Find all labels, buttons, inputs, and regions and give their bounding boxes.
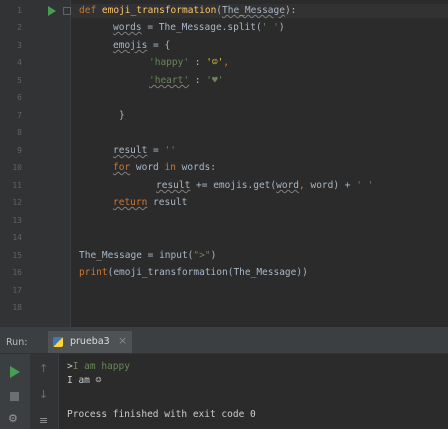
line-number: 11 [12,181,22,190]
line-number: 17 [12,286,22,295]
string: '♥' [206,75,224,86]
code-line-12: return result [113,197,187,209]
code-line-1: def emoji_transformation(The_Message): [79,5,296,17]
line-number: 3 [17,41,22,50]
code-text: word [130,162,165,173]
string: ' ' [356,180,374,191]
run-console[interactable]: ⚙ ↑ ↓ ≡ >I am happy I am ☺ Process finis… [0,354,448,429]
tab-label: prueba3 [70,336,110,347]
console-user-input: I am happy [72,361,130,372]
code-editor[interactable]: 1 2 3 4 5 6 7 8 9 10 11 12 13 14 15 16 1… [0,0,448,327]
line-number: 7 [17,111,22,120]
string: 'heart' [149,75,190,86]
keyword: for [113,162,131,173]
run-label: Run: [6,337,28,348]
string: ' ' [261,22,279,33]
console-output-line: I am ☺ [67,375,102,386]
line-number: 16 [12,268,22,277]
code-text: , [223,57,230,68]
python-icon [53,337,63,347]
code-text: (emoji_transformation(The_Message)) [107,267,308,278]
console-input-line: >I am happy [67,361,130,373]
rerun-icon[interactable] [10,366,20,378]
close-icon[interactable]: × [118,334,127,347]
console-toolbar-left: ⚙ [0,354,30,429]
run-gutter-icon[interactable] [48,6,56,16]
line-number: 5 [17,76,22,85]
string: ">" [193,250,211,261]
soft-wrap-icon[interactable]: ≡ [39,414,48,427]
settings-icon[interactable]: ⚙ [8,412,18,425]
code-line-10: for word in words: [113,162,216,174]
code-line-4: 'happy' : '☺', [149,57,229,69]
run-toolbar: Run: prueba3 × [0,331,448,354]
line-number: 18 [12,303,22,312]
builtin-function: print [79,267,108,278]
paren: ): [284,5,297,16]
code-text: : [189,75,207,86]
string: '☺' [206,57,224,68]
code-text: words: [175,162,216,173]
variable: result [156,180,191,191]
code-line-16: print(emoji_transformation(The_Message)) [79,267,308,279]
parameter: The_Message [222,5,285,16]
keyword: def [79,5,97,16]
code-line-11: result += emojis.get(word, word) + ' ' [156,180,373,192]
code-line-15: The_Message = input(">") [79,250,216,262]
string: 'happy' [149,57,190,68]
code-text: = { [147,40,171,51]
function-name: emoji_transformation [101,5,217,16]
line-number: 4 [17,58,22,67]
code-text: } [119,110,125,121]
line-number: 2 [17,23,22,32]
console-toolbar-nav: ↑ ↓ ≡ [30,354,59,429]
line-number: 10 [12,163,22,172]
keyword: in [164,162,176,173]
code-text: ) [210,250,217,261]
code-line-2: words = The_Message.split(' ') [113,22,285,34]
line-number: 15 [12,251,22,260]
arrow-down-icon[interactable]: ↓ [39,388,48,401]
line-number: 1 [17,6,22,15]
code-text: : [189,57,207,68]
string: '' [164,145,176,156]
stop-icon[interactable] [10,392,19,401]
code-line-7: } [119,110,125,122]
code-text: += emojis.get( [190,180,277,191]
code-text: = input( [141,250,194,261]
code-line-5: 'heart' : '♥' [149,75,223,87]
arrow-up-icon[interactable]: ↑ [39,362,48,375]
line-number: 6 [17,93,22,102]
code-text: word) + [310,180,357,191]
code-text: = The_Message.split( [141,22,262,33]
code-text: ) [278,22,285,33]
argument: word [276,180,300,191]
code-text: result [147,197,188,208]
console-exit-message: Process finished with exit code 0 [67,409,256,420]
variable: emojis [113,40,148,51]
line-number: 14 [12,233,22,242]
line-number-gutter: 1 2 3 4 5 6 7 8 9 10 11 12 13 14 15 16 1… [0,0,71,327]
variable: result [113,145,148,156]
line-number: 12 [12,198,22,207]
line-number: 13 [12,216,22,225]
code-text: = [147,145,165,156]
code-line-3: emojis = { [113,40,170,52]
line-number: 9 [17,146,22,155]
line-number: 8 [17,128,22,137]
code-line-9: result = '' [113,145,176,157]
fold-marker-icon[interactable] [63,7,71,15]
variable: The_Message [79,250,142,261]
keyword: return [113,197,148,208]
code-text: , [299,180,311,191]
variable: words [113,22,142,33]
tab-prueba3[interactable]: prueba3 × [48,331,132,353]
